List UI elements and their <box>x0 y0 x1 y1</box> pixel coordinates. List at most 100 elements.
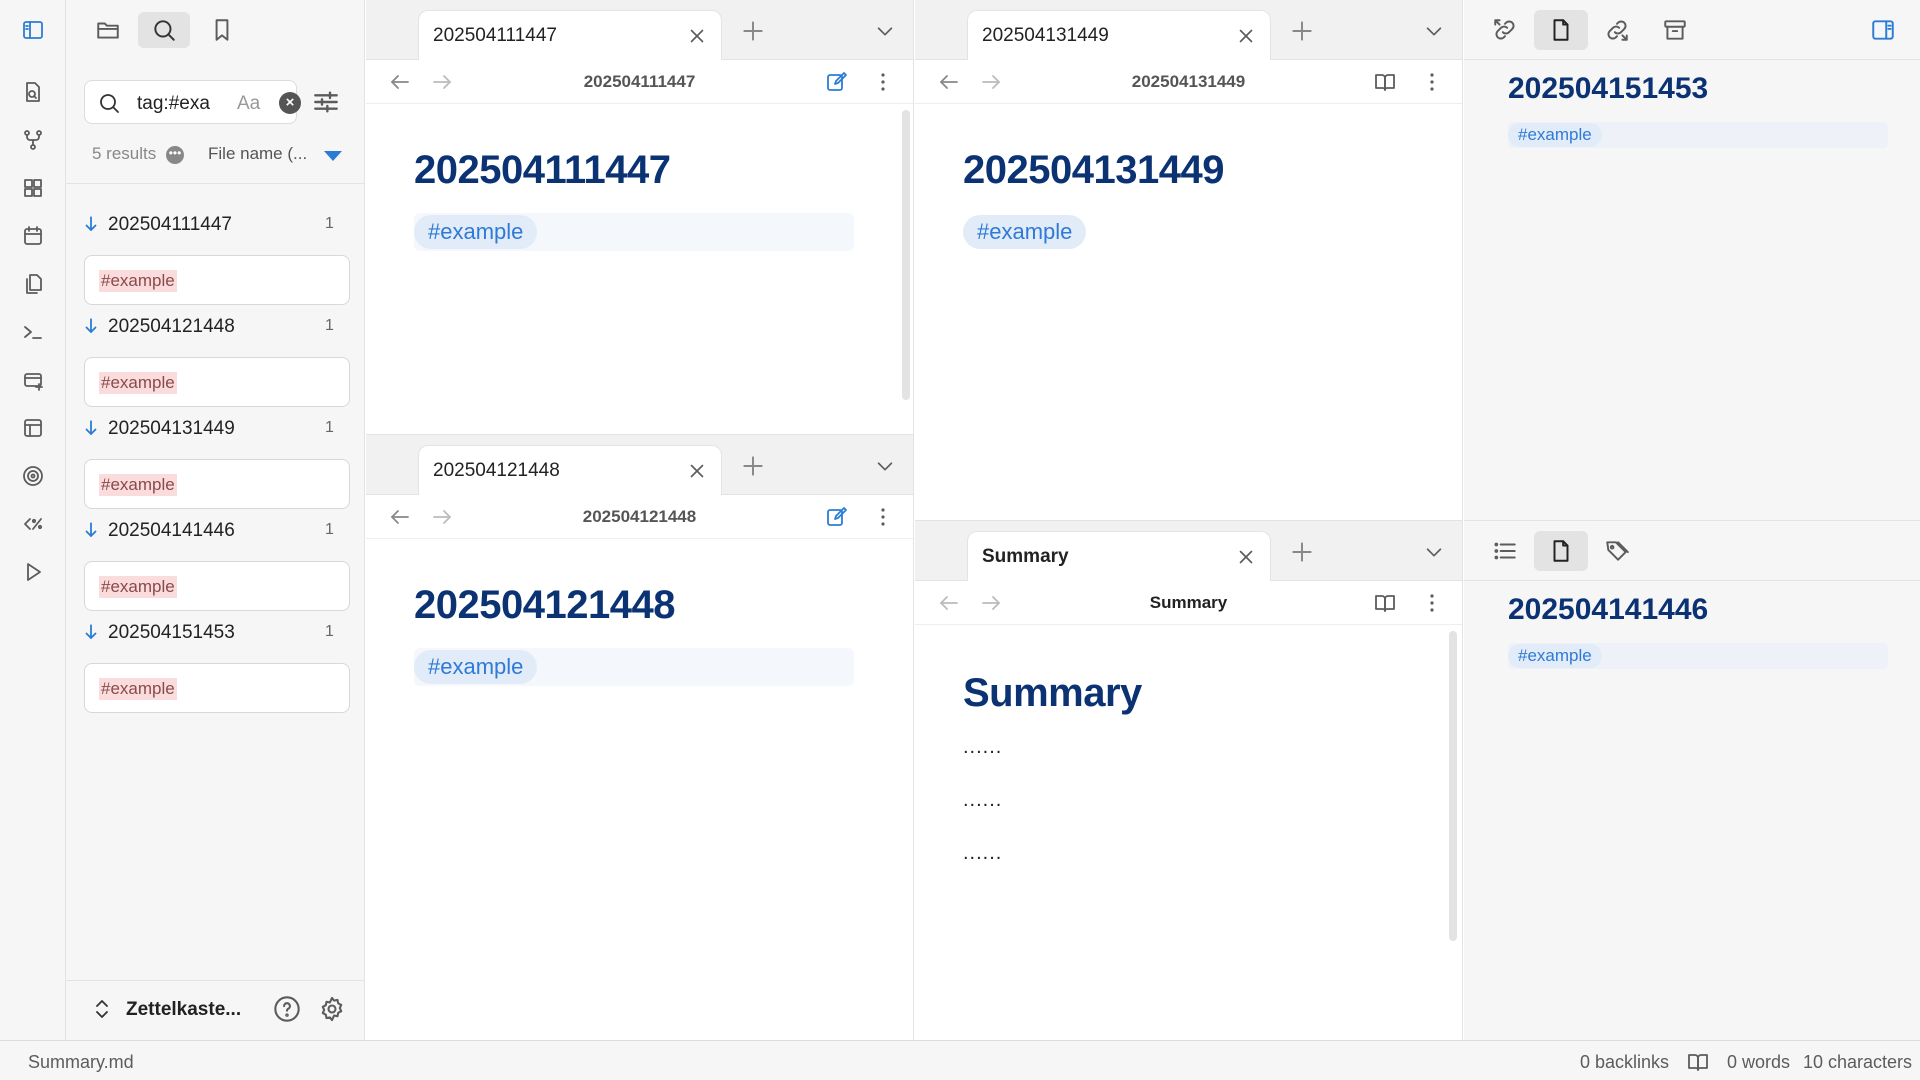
tab-202504121448[interactable]: 202504121448 <box>418 445 722 496</box>
search-result-match[interactable]: #example <box>84 459 350 509</box>
new-tab-icon[interactable] <box>1289 539 1315 565</box>
tab-search[interactable] <box>138 12 190 48</box>
clear-search-icon[interactable]: × <box>279 92 301 114</box>
search-result-header[interactable]: 202504151453 1 <box>66 613 365 649</box>
play-icon <box>27 563 41 581</box>
arrow-down-icon[interactable] <box>82 521 100 539</box>
toggle-left-sidebar-button[interactable] <box>17 14 49 46</box>
edit-icon[interactable] <box>824 505 848 529</box>
preview-title: 202504141446 <box>1508 593 1709 626</box>
note-content[interactable]: 202504131449 #example <box>963 148 1403 251</box>
close-icon[interactable] <box>686 25 708 47</box>
open-layout-button[interactable] <box>17 412 49 444</box>
tag-pill[interactable]: #example <box>1508 644 1602 668</box>
backlinks-count[interactable]: 0 backlinks <box>1580 1052 1669 1073</box>
search-result-header[interactable]: 202504131449 1 <box>66 409 365 445</box>
vault-footer: Zettelkaste... <box>66 980 365 1036</box>
note-content[interactable]: Summary ...... ...... ...... <box>963 671 1403 865</box>
arrow-down-icon[interactable] <box>82 215 100 233</box>
tag-pill[interactable]: #example <box>414 215 538 249</box>
chevron-down-icon[interactable] <box>874 455 896 477</box>
sort-dropdown-icon[interactable] <box>324 151 342 161</box>
search-query[interactable]: tag:#exa <box>137 93 210 115</box>
tag-pill[interactable]: #example <box>1508 123 1602 147</box>
tab-bookmarks[interactable] <box>196 12 248 48</box>
note-content[interactable]: 202504111447 #example <box>414 148 854 251</box>
tab-files[interactable] <box>82 12 134 48</box>
templater-button[interactable] <box>17 508 49 540</box>
help-icon[interactable] <box>273 995 301 1023</box>
tab-archive[interactable] <box>1648 10 1702 50</box>
insert-template-button[interactable] <box>17 268 49 300</box>
close-icon[interactable] <box>1235 546 1257 568</box>
book-open-icon[interactable] <box>1373 591 1397 615</box>
new-tab-icon[interactable] <box>740 18 766 44</box>
more-vertical-icon[interactable] <box>871 70 895 94</box>
search-result-name: 202504111447 <box>108 214 232 235</box>
reading-mode-icon[interactable] <box>1686 1050 1710 1074</box>
search-input[interactable]: tag:#exa Aa × <box>84 80 301 124</box>
search-result-header[interactable]: 202504121448 1 <box>66 307 365 343</box>
edit-icon[interactable] <box>824 70 848 94</box>
note-content[interactable]: 202504121448 #example <box>414 583 854 686</box>
tag-pill[interactable]: #example <box>963 215 1087 249</box>
search-result-match[interactable]: #example <box>84 663 350 713</box>
chevron-down-icon[interactable] <box>1423 541 1445 563</box>
search-result-match[interactable]: #example <box>84 255 350 305</box>
new-tab-icon[interactable] <box>1289 18 1315 44</box>
search-result: 202504141446 1 #example <box>66 511 365 613</box>
git-fork-icon <box>24 130 42 150</box>
scrollbar[interactable] <box>902 110 910 400</box>
tab-page-preview[interactable] <box>1534 531 1588 571</box>
tab-202504131449[interactable]: 202504131449 <box>967 10 1271 61</box>
more-vertical-icon[interactable] <box>1420 591 1444 615</box>
settings-gear-icon[interactable] <box>318 995 346 1023</box>
results-count: 5 results <box>92 144 157 163</box>
more-vertical-icon[interactable] <box>871 505 895 529</box>
open-command-palette-button[interactable] <box>17 316 49 348</box>
left-sidebar: tag:#exa Aa × 5 results ••• File name (.… <box>66 0 365 1040</box>
arrow-down-icon[interactable] <box>82 419 100 437</box>
word-count: 0 words <box>1727 1052 1791 1072</box>
chevron-down-icon[interactable] <box>1423 20 1445 42</box>
open-quick-switcher-button[interactable] <box>17 76 49 108</box>
arrow-down-icon[interactable] <box>82 317 100 335</box>
create-bases-button[interactable] <box>17 364 49 396</box>
sidebar-right-icon <box>1872 20 1894 40</box>
search-settings-icon[interactable] <box>310 86 342 118</box>
search-result-match[interactable]: #example <box>84 357 350 407</box>
book-open-icon[interactable] <box>1373 70 1397 94</box>
tag-pill[interactable]: #example <box>414 650 538 684</box>
tab-summary[interactable]: Summary <box>967 531 1271 582</box>
arrow-down-icon[interactable] <box>82 623 100 641</box>
vault-switcher-icon[interactable] <box>92 997 112 1021</box>
match-case-toggle[interactable]: Aa <box>237 93 260 115</box>
search-result-header[interactable]: 202504141446 1 <box>66 511 365 547</box>
sort-order-select[interactable]: File name (... <box>208 144 307 164</box>
more-options-icon[interactable]: ••• <box>166 146 184 164</box>
tab-label: 202504131449 <box>982 25 1109 46</box>
target-icon <box>23 466 43 486</box>
toggle-right-sidebar-button[interactable] <box>1856 10 1910 50</box>
open-focus-button[interactable] <box>17 460 49 492</box>
more-vertical-icon[interactable] <box>1420 70 1444 94</box>
tab-backlinks[interactable] <box>1478 10 1532 50</box>
open-daily-note-button[interactable] <box>17 220 49 252</box>
tab-outline[interactable] <box>1478 531 1532 571</box>
search-result-match[interactable]: #example <box>84 561 350 611</box>
new-tab-icon[interactable] <box>740 453 766 479</box>
scrollbar[interactable] <box>1449 631 1457 941</box>
vault-name[interactable]: Zettelkaste... <box>126 999 241 1021</box>
tab-tags[interactable] <box>1590 531 1644 571</box>
close-icon[interactable] <box>686 460 708 482</box>
chevron-down-icon[interactable] <box>874 20 896 42</box>
tab-outgoing-links[interactable] <box>1590 10 1644 50</box>
search-result-header[interactable]: 202504111447 1 <box>66 205 365 241</box>
view-header: 202504131449 <box>915 60 1462 104</box>
run-button[interactable] <box>17 556 49 588</box>
tab-page-preview[interactable] <box>1534 10 1588 50</box>
open-canvas-button[interactable] <box>17 172 49 204</box>
open-graph-view-button[interactable] <box>17 124 49 156</box>
close-icon[interactable] <box>1235 25 1257 47</box>
tab-202504111447[interactable]: 202504111447 <box>418 10 722 61</box>
